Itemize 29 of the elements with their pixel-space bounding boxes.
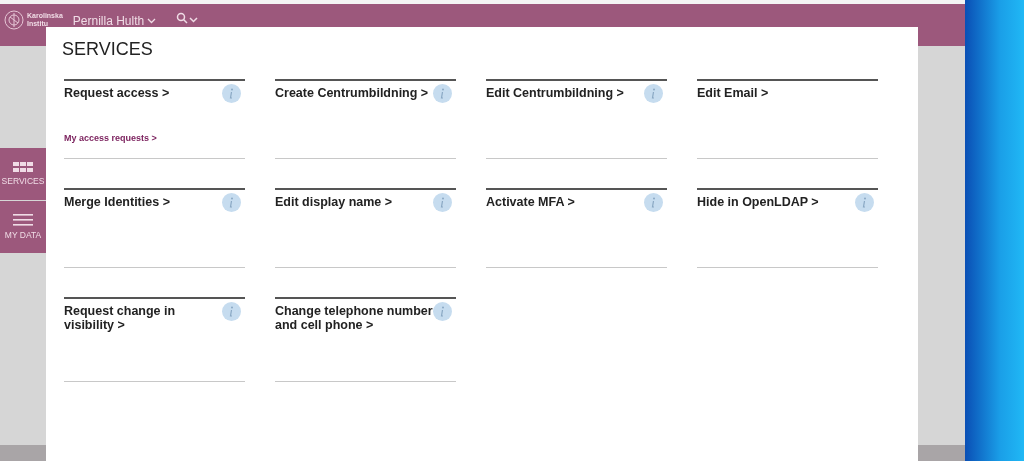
info-icon[interactable] [433, 193, 452, 212]
info-icon[interactable] [433, 302, 452, 321]
search-icon [176, 12, 199, 26]
info-icon[interactable] [855, 193, 874, 212]
menu-icon [13, 214, 33, 226]
dialog-title: SERVICES [62, 39, 154, 61]
chevron-icon [147, 18, 157, 24]
info-icon[interactable] [222, 302, 241, 321]
service-link[interactable]: Request access > [64, 86, 170, 103]
info-icon[interactable] [433, 84, 452, 103]
service-link[interactable]: Merge Identities > [64, 195, 170, 212]
seal-icon [4, 10, 24, 30]
service-link[interactable]: Create Centrumbildning > [275, 86, 429, 103]
service-link[interactable]: Edit display name > [275, 195, 393, 212]
sidebar-item[interactable]: SERVICES [0, 148, 46, 200]
info-icon[interactable] [644, 193, 663, 212]
info-icon[interactable] [222, 193, 241, 212]
grid-icon [13, 162, 33, 172]
service-link[interactable]: Activate MFA > [486, 195, 575, 212]
service-link[interactable]: Edit Email > [697, 86, 769, 100]
sidebar-item[interactable]: MY DATA [0, 201, 46, 253]
search-menu[interactable] [176, 10, 199, 26]
service-link[interactable]: Change telephone number and cell phone > [275, 304, 433, 332]
access-requests-link[interactable]: My access requests > [64, 133, 245, 143]
info-icon[interactable] [644, 84, 663, 103]
info-icon[interactable] [222, 84, 241, 103]
service-link[interactable]: Hide in OpenLDAP > [697, 195, 819, 212]
service-link[interactable]: Request change in visibility > [64, 304, 222, 332]
service-link[interactable]: Edit Centrumbildning > [486, 86, 624, 103]
